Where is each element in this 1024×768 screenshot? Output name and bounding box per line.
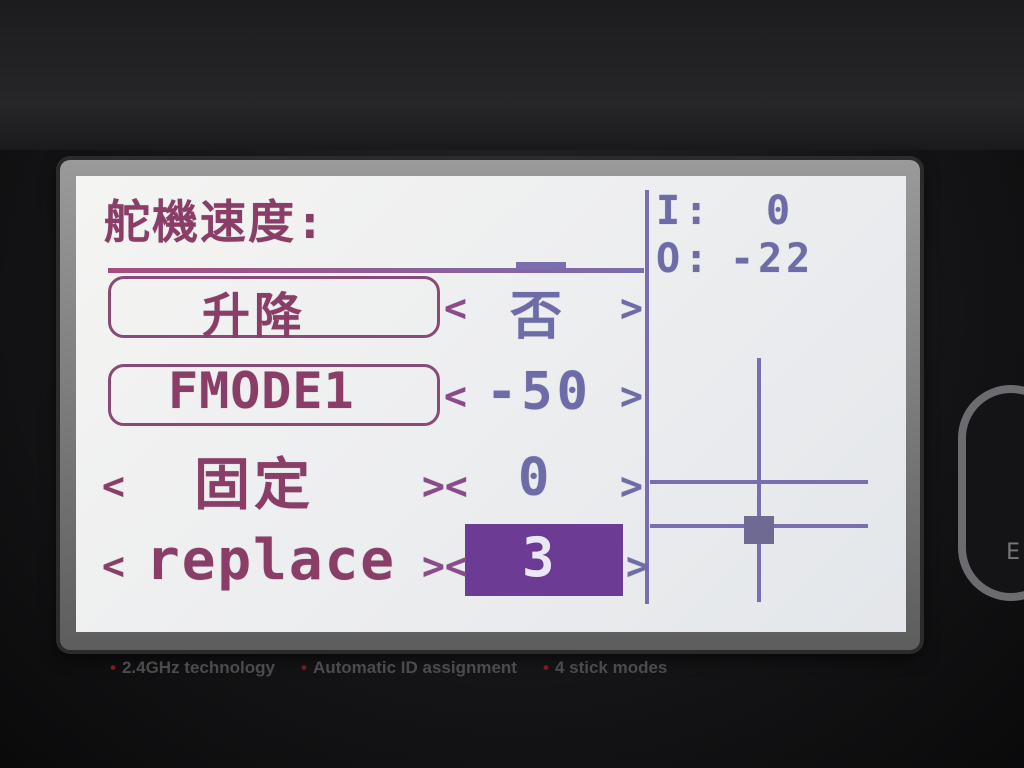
side-letter: E (1006, 540, 1020, 565)
row-elevator-label: 升降 (202, 288, 307, 344)
output-value: -22 (730, 236, 815, 282)
input-value: 0 (766, 188, 795, 234)
feature-item: • 4 stick modes (542, 658, 668, 677)
row-fixed-value[interactable]: 0 (518, 448, 553, 508)
side-control-ring[interactable] (958, 385, 1024, 601)
input-label: I: (656, 188, 713, 234)
row-replace-value[interactable]: 3 (522, 526, 559, 589)
row-elevator-left-arrow[interactable]: < (444, 286, 471, 330)
page-title: 舵機速度: (104, 195, 326, 249)
row-replace-left-arrow[interactable]: < (102, 544, 129, 588)
row-fmode-right-arrow[interactable]: > (620, 374, 647, 418)
row-fixed-mid-arrows[interactable]: >< (422, 464, 468, 508)
row-replace-label: replace (146, 528, 397, 593)
row-replace-mid-arrows[interactable]: >< (422, 544, 468, 588)
device-feature-strip: • 2.4GHz technology • Automatic ID assignm… (110, 656, 870, 680)
title-underline-notch (516, 262, 566, 269)
feature-item: • 2.4GHz technology (110, 658, 275, 677)
row-elevator-value[interactable]: 否 (510, 274, 566, 349)
row-fmode-left-arrow[interactable]: < (444, 374, 471, 418)
row-fmode-label: FMODE1 (168, 362, 355, 420)
row-fixed-right-arrow[interactable]: > (620, 464, 647, 508)
graph-horizontal-axis (650, 480, 868, 484)
row-fmode-value[interactable]: -50 (486, 362, 592, 422)
row-fixed-left-arrow[interactable]: < (102, 464, 129, 508)
row-fixed-label: 固定 (194, 453, 314, 518)
row-elevator-right-arrow[interactable]: > (620, 286, 647, 330)
output-label: O: (656, 236, 713, 282)
lcd-screen: 舵機速度: I: 0 O: -22 升降 < 否 > FMODE1 < -50 … (76, 176, 906, 632)
device-top-panel (0, 0, 1024, 150)
graph-position-marker (744, 516, 774, 544)
row-replace-right-arrow[interactable]: > (626, 544, 653, 588)
feature-item: • Automatic ID assignment (300, 658, 517, 677)
